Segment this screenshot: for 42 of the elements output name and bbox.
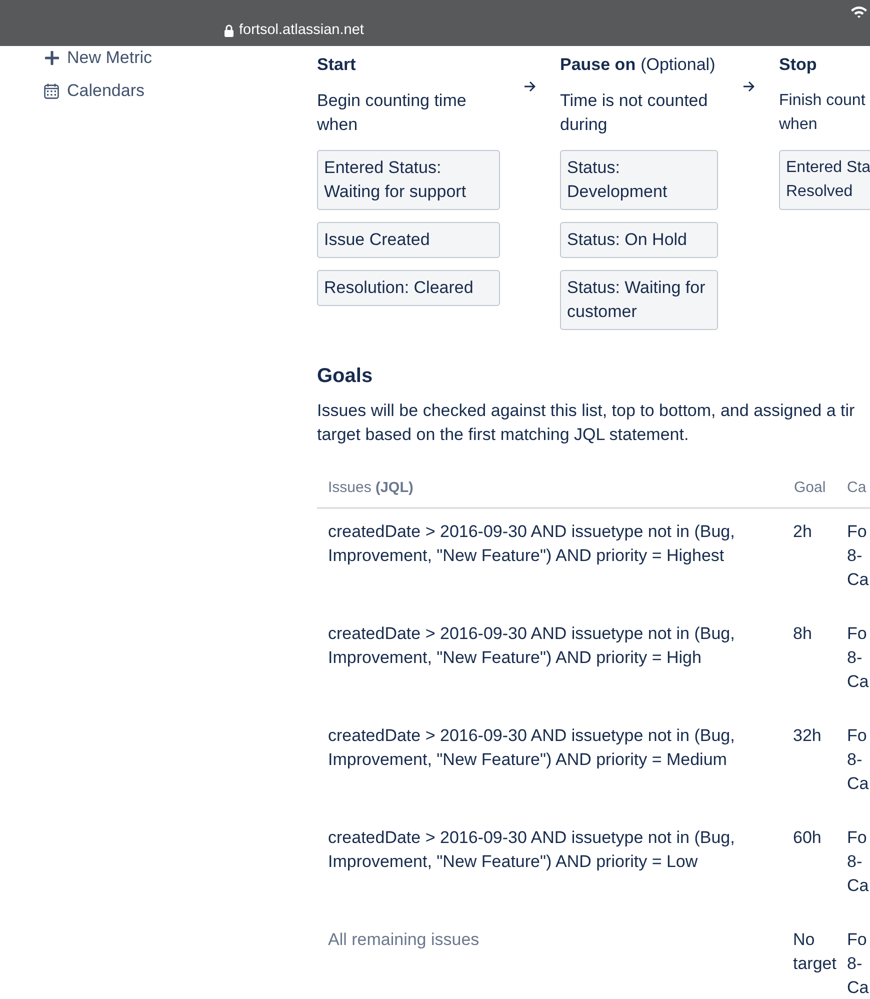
- arrow-icon: [742, 81, 754, 92]
- calendar-cell-text: Fo 8- Ca: [846, 827, 870, 897]
- calendar-cell: Fo 8- Ca: [841, 917, 870, 999]
- sidebar-item[interactable]: Calendars: [44, 80, 144, 102]
- section-description: Issues will be checked against this list, top to bottom, and assigned a tir target based on the first matching JQL statement.: [317, 400, 855, 446]
- sidebar-item[interactable]: New Metric: [44, 47, 152, 69]
- jql-cell-text: createdDate > 2016-09-30 AND issuetype not in (Bug, Improvement, "New Feature") AND priority = Low: [327, 827, 736, 873]
- condition-chip: Issue Created: [317, 222, 500, 258]
- wifi-icon: [850, 5, 868, 18]
- goal-cell-text: 32h: [792, 725, 822, 747]
- jql-cell-text: createdDate > 2016-09-30 AND issuetype not in (Bug, Improvement, "New Feature") AND priority = High: [327, 623, 736, 669]
- stage-title: Start: [317, 54, 356, 76]
- stage-description: Time is not counted during: [560, 90, 709, 136]
- calendar-cell-text: Fo 8- Ca: [846, 623, 870, 693]
- condition-chip: Entered Status: Waiting for support: [317, 150, 500, 210]
- goal-cell-text: 60h: [792, 827, 822, 849]
- stage-title: Stop: [779, 54, 817, 76]
- goal-cell-text: 8h: [792, 623, 813, 645]
- stage-description: Finish count when: [779, 91, 866, 135]
- condition-chip: Status: Development: [560, 150, 718, 210]
- goal-cell: No target: [783, 917, 841, 999]
- lock-icon: [224, 24, 234, 36]
- condition-chip: Resolution: Cleared: [317, 270, 500, 306]
- goal-cell: 2h: [783, 508, 841, 611]
- condition-chip: Status: Waiting for customer: [560, 270, 718, 330]
- arrow-icon: [524, 81, 536, 92]
- section-heading: Goals: [317, 364, 373, 389]
- calendar-cell-text: Fo 8- Ca: [846, 725, 870, 795]
- optional-note: (Optional): [640, 54, 716, 76]
- stage-title: Pause on: [560, 54, 636, 76]
- calendar-cell: Fo 8- Ca: [841, 508, 870, 611]
- calendar-icon: [44, 83, 59, 99]
- column-header: Ca: [841, 478, 870, 508]
- column-header: Goal: [783, 478, 841, 508]
- condition-chip: Status: On Hold: [560, 222, 718, 258]
- jql-cell: createdDate > 2016-09-30 AND issuetype not in (Bug, Improvement, "New Feature") AND priority = Highest: [317, 508, 783, 611]
- stage-description: Begin counting time when: [317, 90, 468, 136]
- url-text[interactable]: fortsol.atlassian.net: [239, 22, 364, 38]
- jql-cell: All remaining issues: [317, 917, 783, 999]
- plus-icon: [44, 51, 58, 65]
- column-header: Issues (JQL): [317, 478, 783, 508]
- jql-cell-text: createdDate > 2016-09-30 AND issuetype not in (Bug, Improvement, "New Feature") AND priority = Medium: [327, 725, 736, 771]
